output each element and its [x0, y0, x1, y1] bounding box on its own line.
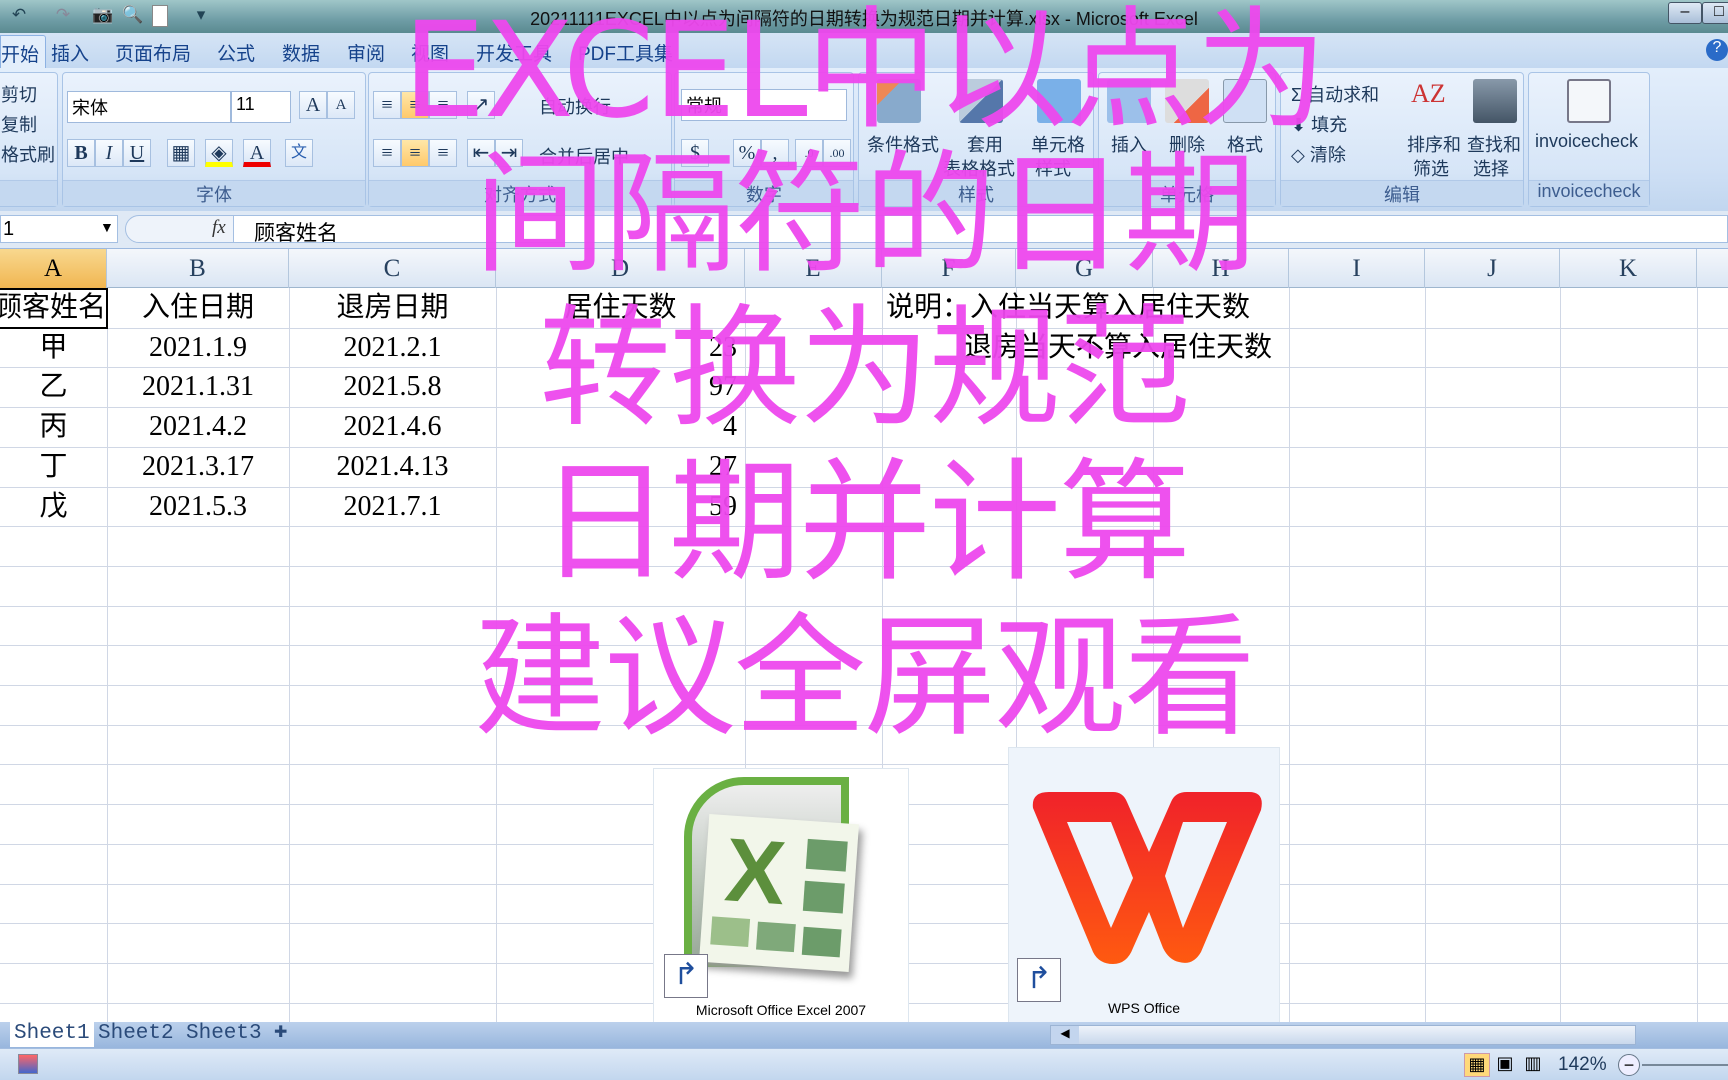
shortcut-arrow-icon: ↱	[1017, 958, 1061, 1002]
macro-record-icon[interactable]	[18, 1054, 38, 1074]
gridline-horizontal	[0, 764, 1728, 766]
zoom-out-icon[interactable]: −	[1618, 1054, 1640, 1076]
wps-office-label: WPS Office	[1107, 1000, 1181, 1016]
scroll-left-icon[interactable]: ◀	[1051, 1026, 1079, 1044]
page-layout-view-icon[interactable]: ▣	[1492, 1053, 1518, 1077]
overlay-line-4: 日期并计算	[539, 446, 1191, 600]
excel-2007-shortcut[interactable]: X ↱ Microsoft Office Excel 2007	[653, 768, 909, 1025]
sheet-tabs-bar: Sheet1 Sheet2 Sheet3 ✚ ◀	[0, 1022, 1728, 1048]
wps-office-shortcut[interactable]: ↱ WPS Office	[1008, 747, 1280, 1023]
overlay-line-5: 建议全屏观看	[474, 601, 1256, 755]
zoom-level[interactable]: 142%	[1558, 1054, 1607, 1076]
overlay-line-3: 转换为规范	[539, 292, 1191, 446]
excel-2007-label: Microsoft Office Excel 2007	[695, 1002, 867, 1018]
normal-view-icon[interactable]: ▦	[1464, 1053, 1490, 1077]
page-break-view-icon[interactable]: ▥	[1520, 1053, 1546, 1077]
sheet-tab-1[interactable]: Sheet1	[10, 1022, 94, 1047]
sheet-tab-3[interactable]: Sheet3	[186, 1022, 262, 1047]
overlay-line-2: 间隔符的日期	[474, 138, 1256, 292]
overlay-line-1: EXCEL中以点为	[402, 0, 1327, 148]
status-bar: ▦ ▣ ▥ 142% −	[0, 1048, 1728, 1080]
zoom-slider[interactable]	[1642, 1064, 1728, 1066]
sheet-tab-2[interactable]: Sheet2	[98, 1022, 174, 1047]
insert-sheet-icon[interactable]: ✚	[274, 1022, 287, 1047]
horizontal-scrollbar[interactable]: ◀	[1050, 1025, 1636, 1045]
shortcut-arrow-icon: ↱	[664, 954, 708, 998]
excel-sheet-graphic: X	[699, 813, 859, 973]
wps-office-icon	[1032, 792, 1262, 964]
